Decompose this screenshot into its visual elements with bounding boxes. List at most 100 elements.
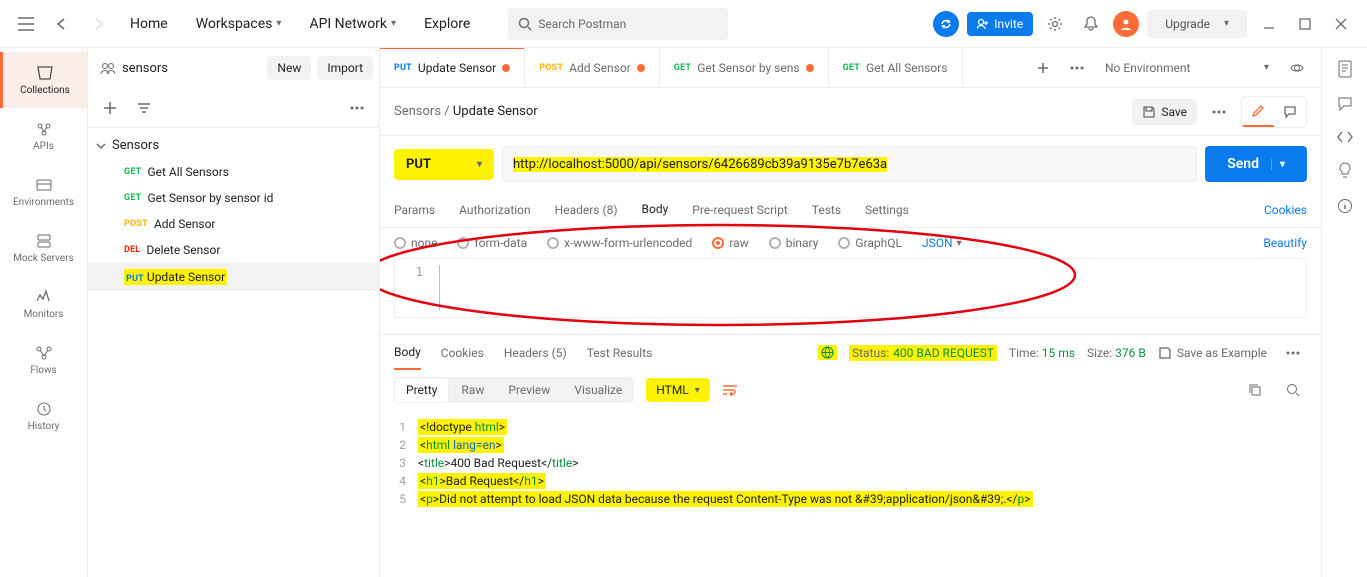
environment-select[interactable]: No Environment▾: [1097, 61, 1277, 75]
code-icon[interactable]: [1337, 130, 1353, 144]
add-icon[interactable]: [96, 94, 124, 122]
main: Collections APIs Environments Mock Serve…: [0, 48, 1367, 577]
tab[interactable]: PUTUpdate Sensor: [380, 48, 525, 87]
response-body[interactable]: 1<!doctype html> 2<html lang=en> 3<title…: [380, 410, 1321, 522]
tab-prerequest[interactable]: Pre-request Script: [692, 192, 787, 227]
radio-urlencoded[interactable]: x-www-form-urlencoded: [547, 236, 692, 250]
minimize-icon[interactable]: [1255, 10, 1283, 38]
tab-authorization[interactable]: Authorization: [459, 192, 531, 227]
resp-tab-headers[interactable]: Headers (5): [504, 335, 567, 370]
response-lang-select[interactable]: HTML▾: [646, 378, 710, 402]
request-sub-tabs: Params Authorization Headers (8) Body Pr…: [380, 192, 1321, 228]
left-panel: sensors New Import Sensors GETGet All Se…: [88, 48, 380, 577]
nav-workspaces[interactable]: Workspaces▾: [186, 10, 292, 38]
avatar[interactable]: [1113, 11, 1139, 37]
nav-mock-servers[interactable]: Mock Servers: [0, 220, 87, 276]
tree-item[interactable]: GETGet All Sensors: [88, 159, 379, 185]
nav-apis[interactable]: APIs: [0, 108, 87, 164]
forward-icon[interactable]: [84, 10, 112, 38]
tab-headers[interactable]: Headers (8): [555, 192, 618, 227]
monitors-icon: [35, 289, 53, 305]
nav-api-network[interactable]: API Network▾: [299, 10, 406, 38]
method-select[interactable]: PUT▾: [394, 149, 494, 180]
import-button[interactable]: Import: [317, 56, 373, 80]
tree-item[interactable]: DELDelete Sensor: [88, 237, 379, 263]
cookies-link[interactable]: Cookies: [1264, 203, 1307, 217]
lightbulb-icon[interactable]: [1338, 162, 1352, 180]
new-tab-icon[interactable]: [1029, 54, 1057, 82]
workspace-bar: sensors New Import: [88, 48, 379, 88]
collections-tree: Sensors GETGet All Sensors GETGet Sensor…: [88, 128, 379, 577]
left-toolbar: [88, 88, 379, 128]
maximize-icon[interactable]: [1291, 10, 1319, 38]
raw-lang-select[interactable]: JSON▾: [922, 236, 962, 250]
nav-flows[interactable]: Flows: [0, 332, 87, 388]
sync-icon[interactable]: [933, 11, 959, 37]
resp-tab-tests[interactable]: Test Results: [587, 335, 653, 370]
tab-tests[interactable]: Tests: [812, 192, 841, 227]
send-button[interactable]: Send▾: [1205, 146, 1307, 182]
nav-home[interactable]: Home: [120, 10, 178, 38]
new-button[interactable]: New: [267, 56, 311, 80]
tree-item[interactable]: POSTAdd Sensor: [88, 211, 379, 237]
resp-tab-cookies[interactable]: Cookies: [441, 335, 484, 370]
globe-icon: [821, 346, 834, 359]
tab[interactable]: GETGet All Sensors: [829, 48, 963, 87]
settings-icon[interactable]: [1041, 10, 1069, 38]
more-icon[interactable]: [343, 94, 371, 122]
close-icon[interactable]: [1327, 10, 1355, 38]
nav-history[interactable]: History: [0, 388, 87, 444]
top-bar: Home Workspaces▾ API Network▾ Explore Se…: [0, 0, 1367, 48]
tree-folder[interactable]: Sensors: [88, 132, 379, 159]
radio-graphql[interactable]: GraphQL: [838, 236, 902, 250]
url-input[interactable]: http://localhost:5000/api/sensors/642668…: [502, 146, 1197, 182]
save-button[interactable]: Save: [1132, 99, 1197, 125]
upgrade-button[interactable]: Upgrade▾: [1147, 10, 1247, 38]
invite-button[interactable]: Invite: [967, 12, 1033, 36]
tab-more-icon[interactable]: [1063, 54, 1091, 82]
search-response-icon[interactable]: [1279, 376, 1307, 404]
view-preview[interactable]: Preview: [496, 377, 562, 403]
workspace-name[interactable]: sensors: [94, 61, 174, 76]
view-pretty[interactable]: Pretty: [394, 377, 449, 403]
nav-environments[interactable]: Environments: [0, 164, 87, 220]
tab[interactable]: GETGet Sensor by sens: [660, 48, 829, 87]
resp-more-icon[interactable]: [1279, 339, 1307, 367]
tree-item[interactable]: GETGet Sensor by sensor id: [88, 185, 379, 211]
status-badge: [818, 345, 837, 360]
radio-raw[interactable]: raw: [712, 236, 748, 250]
search-input[interactable]: Search Postman: [508, 8, 728, 40]
breadcrumb[interactable]: Sensors / Update Sensor: [394, 104, 538, 119]
edit-icon[interactable]: [1242, 97, 1274, 127]
info-icon[interactable]: [1337, 198, 1353, 214]
hamburger-icon[interactable]: [12, 10, 40, 38]
radio-binary[interactable]: binary: [769, 236, 819, 250]
filter-icon[interactable]: [130, 94, 158, 122]
resp-tab-body[interactable]: Body: [394, 335, 421, 370]
radio-none[interactable]: none: [394, 236, 437, 250]
tab-body[interactable]: Body: [642, 192, 669, 227]
radio-formdata[interactable]: form-data: [457, 236, 527, 250]
back-icon[interactable]: [48, 10, 76, 38]
view-raw[interactable]: Raw: [449, 377, 496, 403]
tab-settings[interactable]: Settings: [865, 192, 909, 227]
save-example-button[interactable]: Save as Example: [1158, 346, 1267, 360]
beautify-link[interactable]: Beautify: [1263, 236, 1307, 250]
environments-icon: [35, 177, 53, 193]
nav-monitors[interactable]: Monitors: [0, 276, 87, 332]
notification-icon[interactable]: [1077, 10, 1105, 38]
copy-icon[interactable]: [1241, 376, 1269, 404]
crumb-more-icon[interactable]: [1205, 98, 1233, 126]
docs-icon[interactable]: [1337, 60, 1353, 78]
nav-explore[interactable]: Explore: [414, 10, 480, 38]
nav-collections[interactable]: Collections: [0, 52, 87, 108]
comments-icon[interactable]: [1337, 96, 1353, 112]
view-visualize[interactable]: Visualize: [562, 377, 634, 403]
body-editor[interactable]: 1: [394, 258, 1307, 318]
env-quicklook-icon[interactable]: [1283, 54, 1311, 82]
tab-params[interactable]: Params: [394, 192, 435, 227]
wrap-icon[interactable]: [722, 383, 738, 397]
tab[interactable]: POSTAdd Sensor: [525, 48, 660, 87]
tree-item-active[interactable]: PUT Update Sensor: [88, 263, 379, 291]
comment-icon[interactable]: [1274, 97, 1306, 127]
